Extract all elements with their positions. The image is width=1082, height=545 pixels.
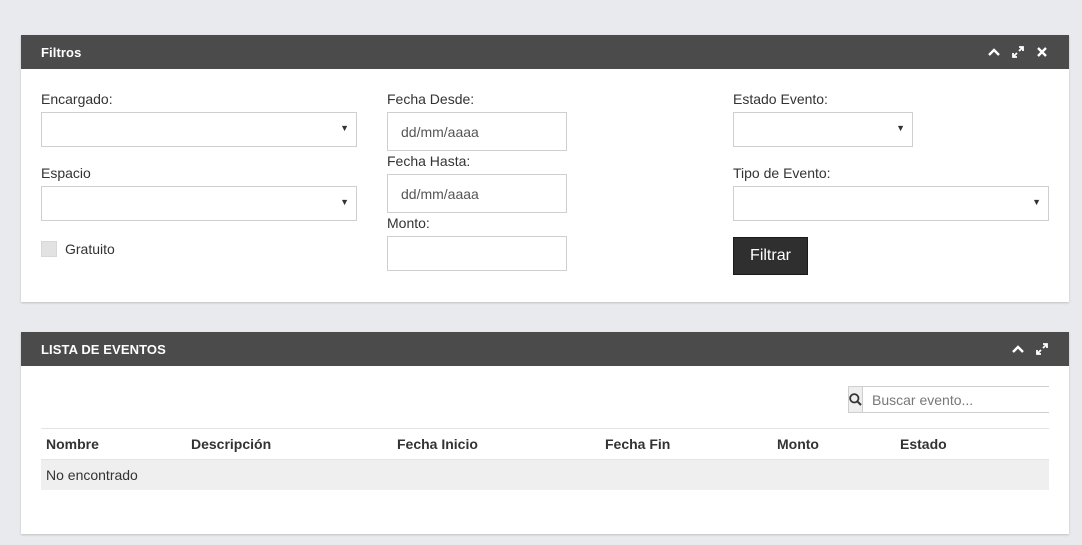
- column-header-descripcion[interactable]: Descripción: [191, 429, 271, 459]
- events-table: Nombre Descripción Fecha Inicio Fecha Fi…: [41, 428, 1049, 490]
- fecha-desde-input[interactable]: dd/mm/aaaa: [387, 112, 567, 151]
- table-row: No encontrado: [41, 459, 1049, 490]
- column-header-fecha-fin[interactable]: Fecha Fin: [605, 429, 670, 459]
- filters-panel-title: Filtros: [41, 44, 82, 60]
- column-header-estado[interactable]: Estado: [900, 429, 947, 459]
- empty-message: No encontrado: [46, 467, 138, 483]
- list-panel-title: LISTA DE EVENTOS: [41, 341, 166, 357]
- close-icon[interactable]: [1035, 45, 1049, 59]
- table-header: Nombre Descripción Fecha Inicio Fecha Fi…: [41, 429, 1049, 459]
- tipo-evento-label: Tipo de Evento:: [733, 165, 831, 181]
- filters-panel-header: Filtros: [21, 35, 1069, 69]
- chevron-up-icon[interactable]: [1011, 342, 1025, 356]
- caret-down-icon: ▼: [1032, 197, 1041, 207]
- column-header-monto[interactable]: Monto: [777, 429, 819, 459]
- search-icon[interactable]: [849, 387, 863, 412]
- list-panel-header: LISTA DE EVENTOS: [21, 332, 1069, 366]
- fecha-hasta-label: Fecha Hasta:: [387, 153, 471, 169]
- expand-icon[interactable]: [1035, 342, 1049, 356]
- column-header-nombre[interactable]: Nombre: [46, 429, 99, 459]
- encargado-label: Encargado:: [41, 91, 113, 107]
- fecha-desde-label: Fecha Desde:: [387, 91, 475, 107]
- column-header-fecha-inicio[interactable]: Fecha Inicio: [397, 429, 478, 459]
- search-box: [848, 386, 1053, 413]
- filter-button[interactable]: Filtrar: [733, 237, 808, 275]
- fecha-hasta-input[interactable]: dd/mm/aaaa: [387, 174, 567, 213]
- monto-input[interactable]: [387, 236, 567, 271]
- caret-down-icon: ▼: [340, 197, 349, 207]
- estado-evento-label: Estado Evento:: [733, 91, 828, 107]
- gratuito-checkbox[interactable]: [41, 241, 57, 257]
- caret-down-icon: ▼: [340, 123, 349, 133]
- search-input[interactable]: [863, 387, 1053, 412]
- tipo-evento-select[interactable]: ▼: [733, 186, 1049, 221]
- espacio-select[interactable]: ▼: [41, 186, 357, 221]
- expand-icon[interactable]: [1011, 45, 1025, 59]
- gratuito-label: Gratuito: [65, 241, 115, 257]
- espacio-label: Espacio: [41, 165, 91, 181]
- caret-down-icon: ▼: [896, 123, 905, 133]
- filters-panel: Filtros Encargado: ▼ Espacio ▼ Gratuito …: [21, 35, 1069, 302]
- chevron-up-icon[interactable]: [987, 45, 1001, 59]
- events-list-panel: LISTA DE EVENTOS Nombre Descripción Fech…: [21, 332, 1069, 534]
- monto-label: Monto:: [387, 215, 430, 231]
- encargado-select[interactable]: ▼: [41, 112, 357, 147]
- estado-evento-select[interactable]: ▼: [733, 112, 913, 147]
